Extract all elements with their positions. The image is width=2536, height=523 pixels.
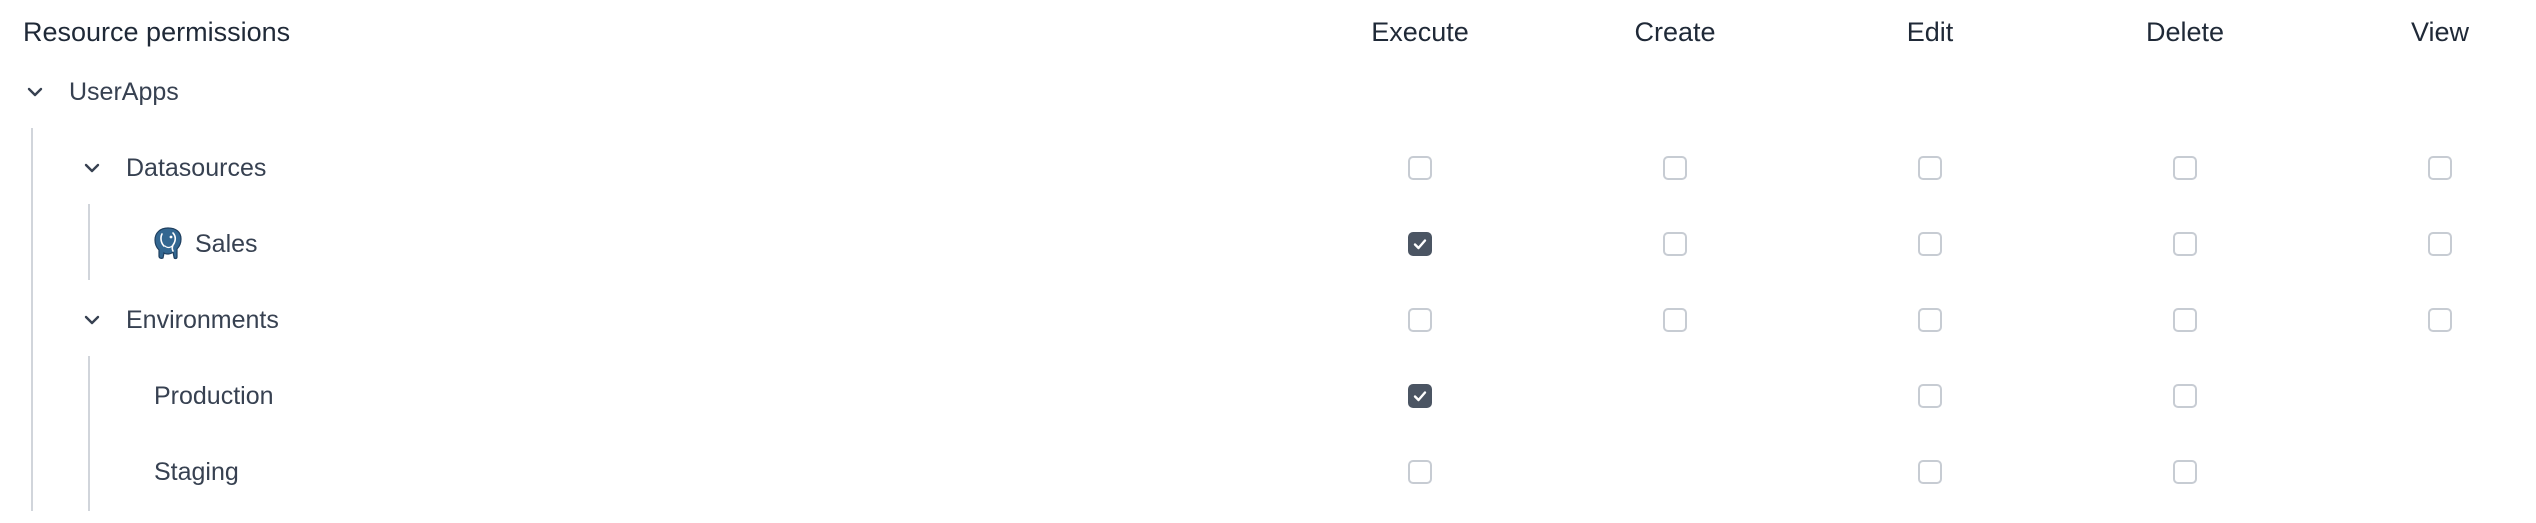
tree-label-production: Production [154, 382, 274, 410]
postgresql-elephant-icon [154, 227, 182, 260]
resource-permissions-title: Resource permissions [23, 17, 291, 47]
checkbox-production-edit[interactable] [1918, 384, 1942, 408]
checkbox-datasources-edit[interactable] [1918, 156, 1942, 180]
checkbox-sales-view[interactable] [2428, 232, 2452, 256]
column-header-view: View [2410, 17, 2470, 47]
tree-label-sales: Sales [195, 230, 258, 258]
column-header-delete: Delete [2145, 17, 2225, 47]
column-header-edit: Edit [1906, 17, 1954, 47]
chevron-down-icon[interactable] [18, 75, 52, 109]
tree-row-datasources: Datasources [0, 130, 2536, 206]
checkbox-sales-edit[interactable] [1918, 232, 1942, 256]
chevron-down-icon[interactable] [75, 151, 109, 185]
column-header-execute: Execute [1371, 17, 1469, 47]
chevron-down-icon[interactable] [75, 303, 109, 337]
column-header-create: Create [1634, 17, 1716, 47]
checkbox-datasources-execute[interactable] [1408, 156, 1432, 180]
checkbox-production-execute[interactable] [1408, 384, 1432, 408]
tree-row-sales: Sales [0, 206, 2536, 282]
checkbox-datasources-view[interactable] [2428, 156, 2452, 180]
checkbox-staging-delete[interactable] [2173, 460, 2197, 484]
tree-label-userapps: UserApps [69, 78, 179, 106]
checkbox-datasources-create[interactable] [1663, 156, 1687, 180]
checkbox-sales-create[interactable] [1663, 232, 1687, 256]
checkbox-environments-execute[interactable] [1408, 308, 1432, 332]
tree-row-staging: Staging [0, 434, 2536, 510]
tree-label-staging: Staging [154, 458, 239, 486]
checkbox-sales-execute[interactable] [1408, 232, 1432, 256]
checkbox-datasources-delete[interactable] [2173, 156, 2197, 180]
checkbox-production-delete[interactable] [2173, 384, 2197, 408]
tree-row-environments: Environments [0, 282, 2536, 358]
checkbox-staging-execute[interactable] [1408, 460, 1432, 484]
resource-permissions-panel: Resource permissions Execute Create Edit… [0, 0, 2536, 523]
checkbox-staging-edit[interactable] [1918, 460, 1942, 484]
checkbox-environments-delete[interactable] [2173, 308, 2197, 332]
tree-row-userapps: UserApps [0, 54, 2536, 130]
checkmark-icon [1413, 239, 1427, 250]
checkmark-icon [1413, 391, 1427, 402]
checkbox-sales-delete[interactable] [2173, 232, 2197, 256]
checkbox-environments-edit[interactable] [1918, 308, 1942, 332]
tree-label-datasources: Datasources [126, 154, 267, 182]
checkbox-environments-view[interactable] [2428, 308, 2452, 332]
tree-label-environments: Environments [126, 306, 279, 334]
checkbox-environments-create[interactable] [1663, 308, 1687, 332]
tree-row-production: Production [0, 358, 2536, 434]
